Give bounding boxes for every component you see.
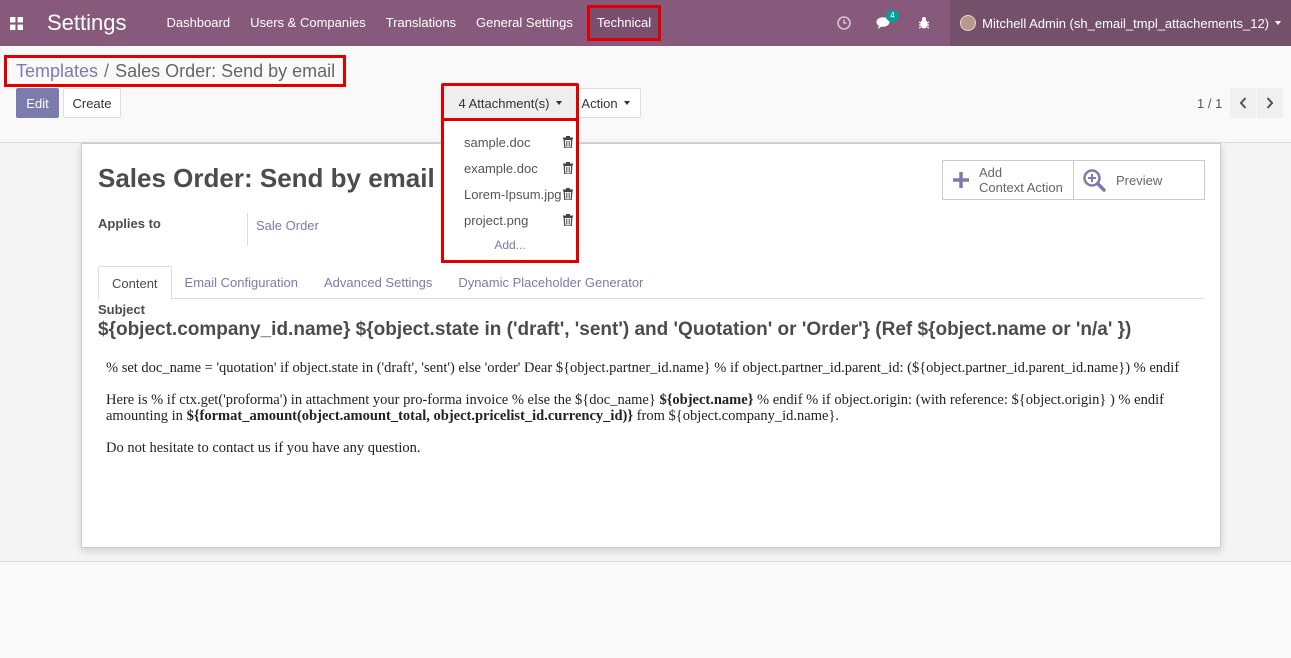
pager-previous-button[interactable] xyxy=(1230,88,1256,118)
subject-value: ${object.company_id.name} ${object.state… xyxy=(98,319,1132,340)
attachment-item[interactable]: example.doc xyxy=(444,155,576,181)
chevron-left-icon xyxy=(1239,97,1247,109)
record-title: Sales Order: Send by email xyxy=(98,163,435,193)
messages-icon[interactable]: 4 xyxy=(864,0,904,46)
top-navbar: Settings Dashboard Users & Companies Tra… xyxy=(0,0,1291,46)
preview-button[interactable]: Preview xyxy=(1074,161,1204,199)
plus-icon xyxy=(953,172,969,188)
attachment-name: example.doc xyxy=(464,160,538,176)
user-menu[interactable]: Mitchell Admin (sh_email_tmpl_attachemen… xyxy=(950,0,1291,46)
edit-button[interactable]: Edit xyxy=(16,88,59,118)
action-dropdown-button[interactable]: Action xyxy=(570,88,641,118)
add-attachment-link[interactable]: Add... xyxy=(444,233,576,257)
app-brand: Settings xyxy=(47,10,127,35)
attachment-item[interactable]: sample.doc xyxy=(444,129,576,155)
menu-general-settings[interactable]: General Settings xyxy=(466,0,583,46)
add-context-action-button[interactable]: Add Context Action xyxy=(943,161,1074,199)
menu-users-companies[interactable]: Users & Companies xyxy=(240,0,376,46)
preview-label: Preview xyxy=(1116,172,1163,188)
attachments-dropdown-button[interactable]: 4 Attachment(s) xyxy=(441,83,579,123)
body-paragraph-2: Here is % if ctx.get('proforma') in atta… xyxy=(106,392,1206,424)
navbar-systray: 4 Mitchell Admin (sh_email_tmpl_attachem… xyxy=(824,0,1291,46)
tab-content[interactable]: Content xyxy=(98,266,172,300)
attachment-name: sample.doc xyxy=(464,134,531,150)
control-panel: Templates / Sales Order: Send by email E… xyxy=(0,46,1291,142)
button-box: Add Context Action Preview xyxy=(942,160,1205,200)
clock-icon[interactable] xyxy=(824,0,864,46)
subject-label: Subject xyxy=(98,302,145,317)
breadcrumb-templates-link[interactable]: Templates xyxy=(16,61,98,82)
add-context-label-line2: Context Action xyxy=(979,180,1063,195)
pager-next-button[interactable] xyxy=(1257,88,1283,118)
field-separator xyxy=(247,213,248,246)
body-p2-amount: ${format_amount(object.amount_total, obj… xyxy=(186,408,634,424)
chevron-down-icon xyxy=(623,101,630,105)
debug-bug-icon[interactable] xyxy=(904,0,944,46)
attachment-name: project.png xyxy=(464,212,529,228)
chevron-down-icon xyxy=(555,101,562,105)
body-p2-object-name: ${object.name} xyxy=(659,392,754,408)
attachments-label: 4 Attachment(s) xyxy=(458,95,550,111)
applies-to-label: Applies to xyxy=(98,216,161,231)
attachments-dropdown-menu: sample.doc example.doc Lorem-Ipsum.jpg p… xyxy=(441,118,579,263)
menu-technical[interactable]: Technical xyxy=(586,5,662,41)
tab-email-configuration[interactable]: Email Configuration xyxy=(172,266,311,299)
email-body-content: % set doc_name = 'quotation' if object.s… xyxy=(106,360,1206,472)
attachment-name: Lorem-Ipsum.jpg xyxy=(464,186,562,202)
body-p2-text-e: from ${object.company_id.name}. xyxy=(633,408,840,424)
tab-advanced-settings[interactable]: Advanced Settings xyxy=(311,266,445,299)
tab-dynamic-placeholder-generator[interactable]: Dynamic Placeholder Generator xyxy=(445,266,656,299)
add-context-label-line1: Add xyxy=(979,165,1003,180)
breadcrumb-separator: / xyxy=(104,60,110,81)
attachment-item[interactable]: project.png xyxy=(444,207,576,233)
body-p2-text-a: Here is % if ctx.get('proforma') in atta… xyxy=(106,392,660,408)
trash-icon[interactable] xyxy=(563,162,573,174)
chevron-right-icon xyxy=(1266,97,1274,109)
chevron-down-icon xyxy=(1275,21,1281,25)
menu-translations[interactable]: Translations xyxy=(376,0,466,46)
trash-icon[interactable] xyxy=(563,214,573,226)
search-plus-icon xyxy=(1083,169,1106,192)
menu-dashboard[interactable]: Dashboard xyxy=(157,0,241,46)
messages-count-badge: 4 xyxy=(886,10,899,22)
trash-icon[interactable] xyxy=(563,188,573,200)
attachment-item[interactable]: Lorem-Ipsum.jpg xyxy=(444,181,576,207)
body-paragraph-3: Do not hesitate to contact us if you hav… xyxy=(106,440,421,456)
applies-to-value-link[interactable]: Sale Order xyxy=(256,218,319,233)
apps-menu-icon[interactable] xyxy=(0,0,32,46)
user-avatar xyxy=(960,15,977,31)
breadcrumb: Templates / Sales Order: Send by email xyxy=(4,55,346,87)
trash-icon[interactable] xyxy=(563,136,573,148)
user-name: Mitchell Admin (sh_email_tmpl_attachemen… xyxy=(982,15,1269,31)
notebook-tabs: Content Email Configuration Advanced Set… xyxy=(98,266,1204,300)
body-paragraph-1: % set doc_name = 'quotation' if object.s… xyxy=(106,360,1180,376)
breadcrumb-current: Sales Order: Send by email xyxy=(115,60,336,81)
create-button[interactable]: Create xyxy=(63,88,121,118)
action-label: Action xyxy=(581,95,618,111)
pager-value: 1 / 1 xyxy=(1197,96,1223,111)
form-sheet: Sales Order: Send by email Add Context A… xyxy=(81,143,1221,548)
